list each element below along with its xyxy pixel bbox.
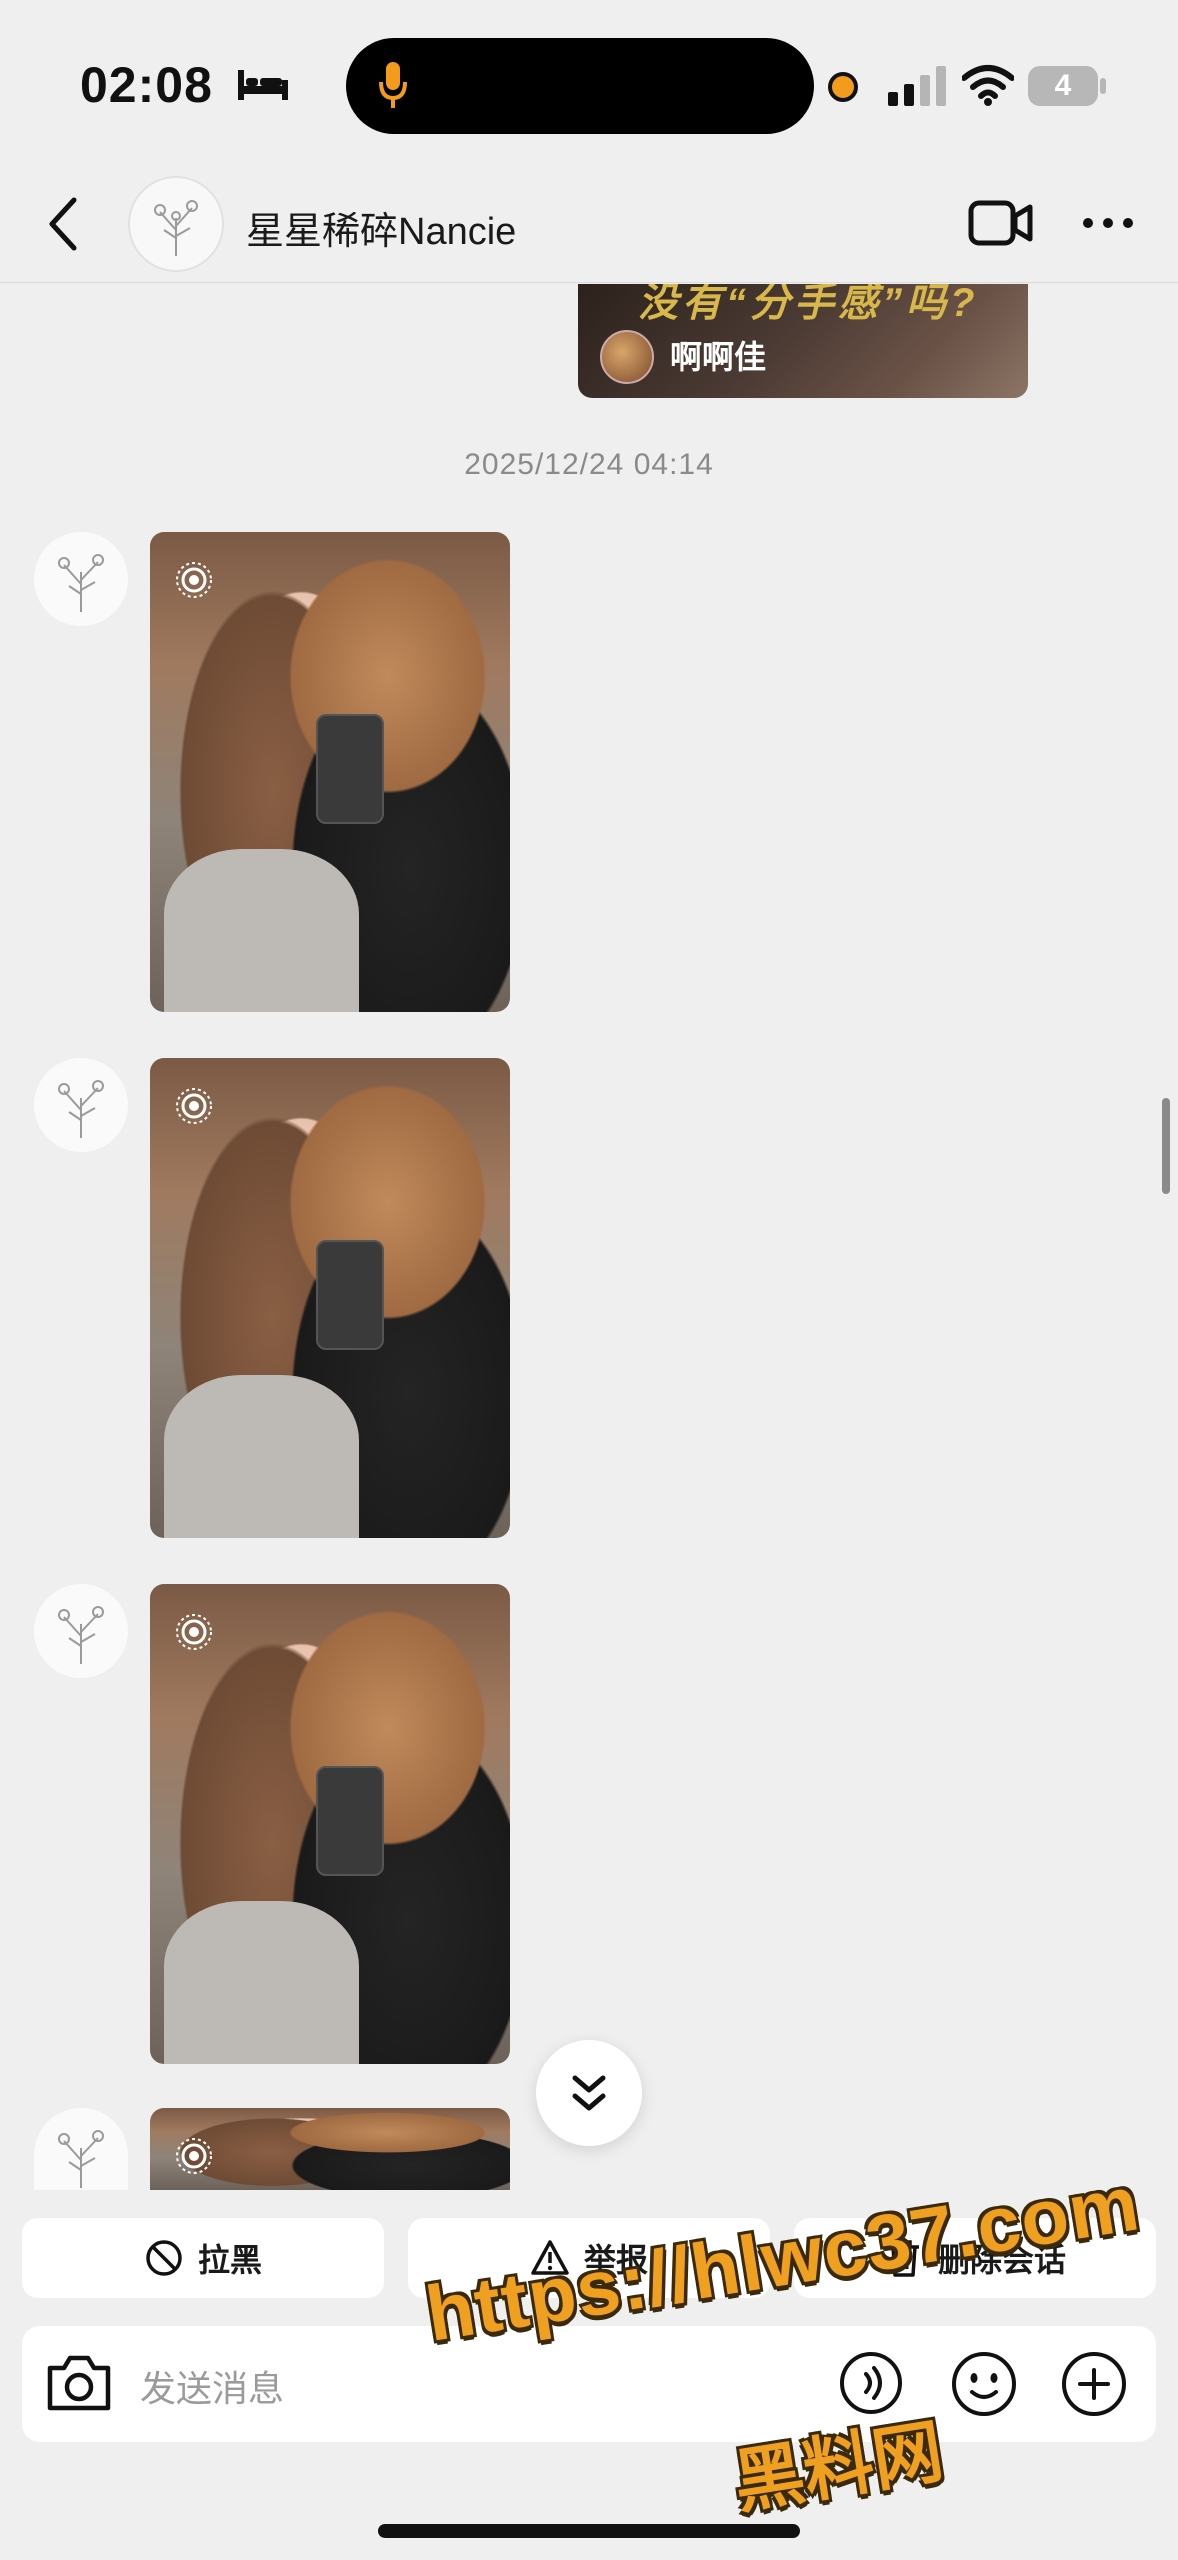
- photo-message[interactable]: [150, 1584, 510, 2064]
- photo-content: [315, 714, 385, 824]
- video-call-icon[interactable]: [968, 198, 1034, 248]
- live-photo-icon: [176, 1614, 212, 1650]
- photo-message[interactable]: [150, 532, 510, 1012]
- shared-video-caption: 没有“分手感”吗?: [638, 284, 979, 325]
- photo-content: [164, 1374, 359, 1538]
- sender-avatar[interactable]: [34, 532, 128, 626]
- live-photo-icon: [176, 1088, 212, 1124]
- mic-icon: [379, 62, 407, 108]
- plus-icon[interactable]: [1060, 2350, 1128, 2418]
- live-photo-icon: [176, 562, 212, 598]
- sender-avatar[interactable]: [34, 1584, 128, 1678]
- dynamic-island: [346, 38, 814, 134]
- emoji-icon[interactable]: [950, 2350, 1018, 2418]
- more-icon[interactable]: [1080, 212, 1136, 234]
- message-input[interactable]: 发送消息: [140, 2360, 284, 2412]
- header-divider: [0, 282, 1178, 283]
- back-icon[interactable]: [44, 196, 84, 252]
- message-timestamp: 2025/12/24 04:14: [464, 448, 714, 481]
- flower-sketch-icon: [58, 554, 104, 612]
- flower-sketch-icon: [58, 2130, 104, 2188]
- block-button[interactable]: 拉黑: [22, 2218, 384, 2298]
- photo-content: [164, 848, 359, 1012]
- battery-cap: [1100, 78, 1106, 94]
- contact-avatar[interactable]: [128, 176, 224, 272]
- camera-icon[interactable]: [44, 2352, 114, 2414]
- double-chevron-down-icon: [572, 2075, 606, 2111]
- recording-dot-icon: [828, 72, 858, 102]
- home-indicator[interactable]: [378, 2524, 800, 2538]
- chat-title[interactable]: 星星稀碎Nancie: [246, 200, 516, 255]
- bed-icon: [238, 70, 288, 100]
- block-icon: [146, 2240, 182, 2276]
- sender-avatar[interactable]: [34, 1058, 128, 1152]
- photo-message[interactable]: [150, 1058, 510, 1538]
- photo-content: [164, 1900, 359, 2064]
- wifi-icon: [962, 65, 1014, 106]
- signal-icon: [888, 66, 946, 106]
- status-time: 02:08: [80, 57, 213, 113]
- live-photo-icon: [176, 2138, 212, 2174]
- shared-video-card[interactable]: 没有“分手感”吗? 啊啊佳: [578, 284, 1028, 398]
- photo-content: [315, 1240, 385, 1350]
- shared-author-name: 啊啊佳: [670, 339, 767, 375]
- sender-avatar[interactable]: [34, 2108, 128, 2190]
- flower-sketch-icon: [58, 1606, 104, 1664]
- scrollbar-thumb[interactable]: [1162, 1098, 1170, 1194]
- flower-sketch-icon: [58, 1080, 104, 1138]
- block-label: 拉黑: [197, 2242, 262, 2278]
- photo-message[interactable]: [150, 2108, 510, 2190]
- flower-sketch-icon: [154, 200, 198, 256]
- photo-content: [315, 1766, 385, 1876]
- shared-author-avatar: [600, 330, 654, 384]
- battery-icon: 4: [1028, 66, 1098, 106]
